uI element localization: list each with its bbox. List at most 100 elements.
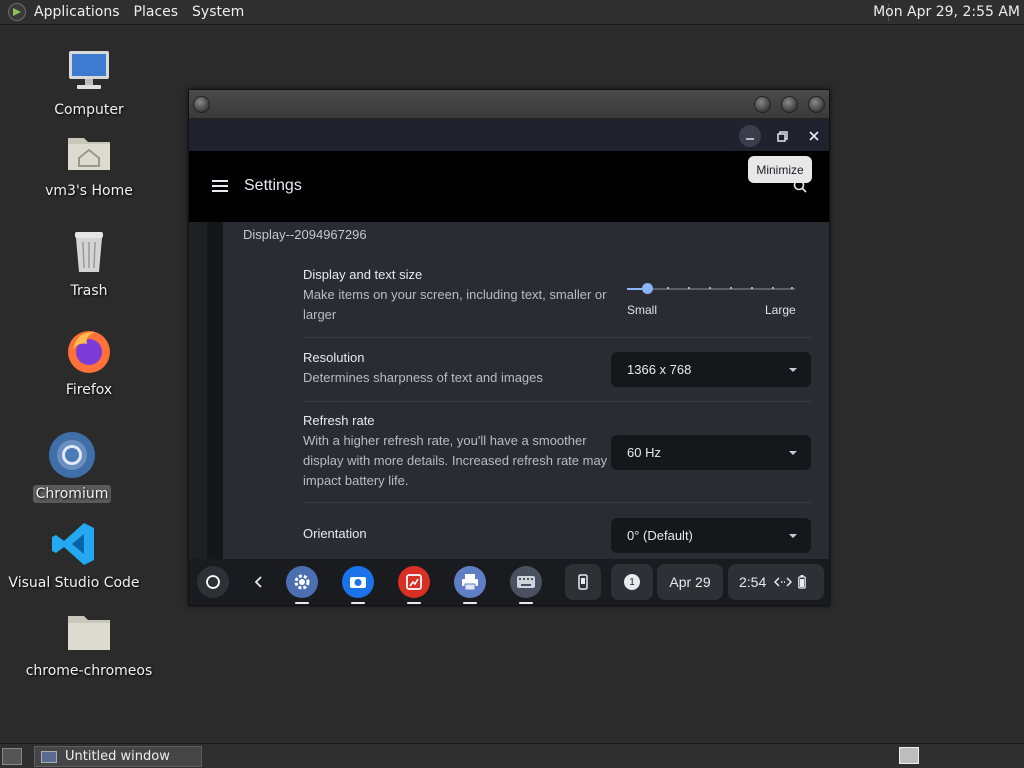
minimize-tooltip: Minimize (748, 156, 812, 183)
menu-system[interactable]: System (192, 4, 244, 20)
divider (303, 337, 811, 338)
status-tray[interactable]: 2:54 (728, 564, 824, 600)
bottom-panel: Untitled window (0, 743, 1024, 768)
shelf-time: 2:54 (739, 574, 767, 590)
divider (303, 502, 811, 503)
back-button[interactable] (243, 566, 275, 598)
shelf-app-settings[interactable] (286, 566, 318, 604)
resolution-dropdown[interactable]: 1366 x 768 (611, 352, 811, 387)
window-titlebar[interactable] (189, 90, 829, 119)
resolution-value: 1366 x 768 (627, 362, 692, 377)
close-button[interactable] (808, 96, 825, 113)
desktop-icon-label: Chromium (32, 485, 112, 503)
camera-icon (350, 577, 366, 588)
desktop-icon-label: chrome-chromeos (25, 663, 153, 679)
battery-icon (798, 575, 807, 589)
slider-tick (730, 287, 732, 289)
running-indicator (295, 602, 309, 604)
running-indicator (407, 602, 421, 604)
slider-tick (709, 287, 711, 289)
orientation-dropdown[interactable]: 0° (Default) (611, 518, 811, 553)
trash-icon (65, 228, 113, 278)
date-tray[interactable]: Apr 29 (657, 564, 723, 600)
settings-window: Settings Display--2094967296 Display and… (188, 89, 830, 606)
running-indicator (463, 602, 477, 604)
desktop-icon-chrome-chromeos[interactable]: chrome-chromeos (19, 608, 159, 680)
settings-title: Settings (244, 177, 302, 194)
slider-tick (667, 287, 669, 289)
gear-icon (294, 574, 310, 590)
settings-content: Display--2094967296 Display and text siz… (189, 222, 829, 559)
chevron-down-icon (789, 368, 797, 372)
applications-menu-icon[interactable] (8, 3, 26, 21)
network-icon (774, 577, 793, 587)
restore-icon[interactable] (771, 125, 793, 147)
desktop-icon-trash[interactable]: Trash (19, 228, 159, 300)
orientation-value: 0° (Default) (627, 528, 693, 543)
display-size-title: Display and text size (303, 267, 423, 282)
display-size-desc-2: larger (303, 307, 337, 322)
display-name: Display--2094967296 (243, 227, 367, 242)
top-panel: Applications Places System Mon Apr 29, 2… (0, 0, 1024, 25)
running-indicator (351, 602, 365, 604)
chevron-left-icon (254, 576, 262, 588)
refresh-rate-title: Refresh rate (303, 413, 375, 428)
panel-clock[interactable]: Mon Apr 29, 2:55 AM (873, 4, 1020, 20)
desktop-icon-label: vm3's Home (45, 183, 133, 199)
desktop-icon-computer[interactable]: Computer (19, 47, 159, 119)
chromium-icon (48, 431, 96, 481)
firefox-icon (65, 327, 113, 377)
divider (303, 401, 811, 402)
refresh-rate-value: 60 Hz (627, 445, 661, 460)
slider-tick (688, 287, 690, 289)
slider-tick (772, 287, 774, 289)
taskbar-item-untitled-window[interactable]: Untitled window (34, 746, 202, 767)
slider-label-large: Large (765, 303, 796, 317)
shelf-app-gallery[interactable] (398, 566, 430, 604)
app-caption-bar (189, 119, 829, 151)
maximize-button[interactable] (781, 96, 798, 113)
shade-button[interactable] (754, 96, 771, 113)
phone-icon (578, 574, 588, 590)
menu-applications[interactable]: Applications (34, 4, 120, 20)
slider-thumb[interactable] (642, 283, 653, 294)
notification-button[interactable]: 1 (611, 564, 653, 600)
running-indicator (519, 602, 533, 604)
desktop-icon-label: Visual Studio Code (8, 575, 140, 591)
launcher-button[interactable] (197, 566, 229, 598)
phone-hub-button[interactable] (565, 564, 601, 600)
menu-places[interactable]: Places (134, 4, 179, 20)
settings-header: Settings (189, 151, 829, 222)
shelf-date: Apr 29 (669, 574, 711, 590)
desktop-icon-firefox[interactable]: Firefox (19, 327, 159, 399)
slider-label-small: Small (627, 303, 658, 317)
vscode-icon (50, 520, 98, 570)
notification-count: 1 (624, 574, 640, 590)
shelf-app-camera[interactable] (342, 566, 374, 604)
desktop-icon-chromium[interactable]: Chromium (2, 431, 142, 503)
close-icon[interactable] (803, 125, 825, 147)
shelf-app-diagnostics[interactable] (510, 566, 542, 604)
launcher-circle-icon (206, 575, 220, 589)
display-size-row: Display and text size Make items on your… (303, 265, 811, 325)
folder-icon (65, 608, 113, 658)
desktop-icon-home[interactable]: vm3's Home (19, 128, 159, 200)
computer-icon (65, 47, 113, 97)
chevron-down-icon (789, 451, 797, 455)
window-menu-button[interactable] (193, 96, 210, 113)
refresh-rate-dropdown[interactable]: 60 Hz (611, 435, 811, 470)
hamburger-menu-icon[interactable] (212, 180, 228, 192)
chevron-down-icon (789, 534, 797, 538)
keyboard-icon (517, 576, 535, 588)
show-desktop-icon[interactable] (2, 748, 22, 765)
workspace-switcher[interactable] (899, 747, 919, 764)
chromeos-shelf: 1 Apr 29 2:54 (189, 559, 829, 605)
desktop-icon-label: Trash (70, 283, 108, 299)
desktop-icon-vscode[interactable]: Visual Studio Code (4, 520, 144, 592)
slider-tick (791, 287, 793, 289)
gallery-icon (406, 574, 422, 590)
display-size-slider[interactable] (627, 283, 795, 294)
minimize-icon[interactable] (739, 125, 761, 147)
shelf-app-print[interactable] (454, 566, 486, 604)
printer-icon (462, 574, 478, 591)
